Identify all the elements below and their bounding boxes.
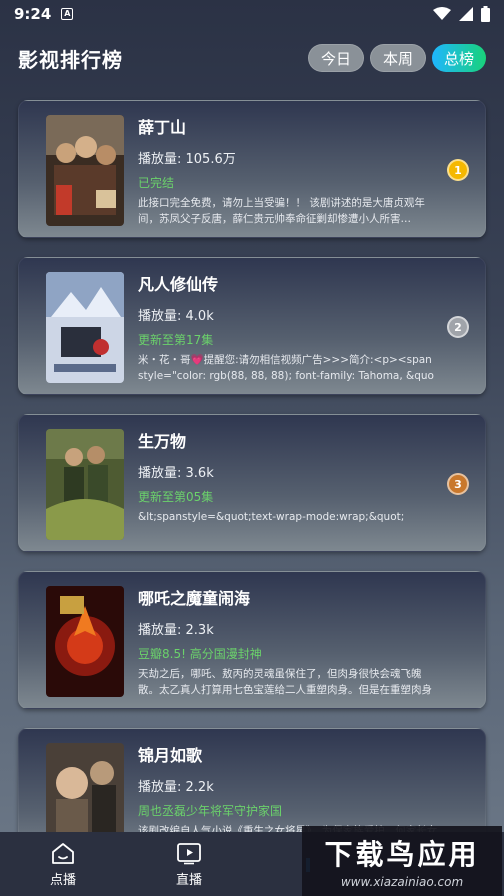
ranking-card[interactable]: 薛丁山 播放量: 105.6万 已完结 此接口完全免费，请勿上当受骗！！ 该剧讲… [18, 100, 486, 238]
nav-item-live[interactable]: 直播 [126, 841, 252, 888]
description: 米・花・哥💗提醒您:请勿相信视频广告>>>简介:<p><span style="… [138, 354, 434, 382]
item-title: 薛丁山 [138, 118, 187, 137]
description: 此接口完全免费，请勿上当受骗！！ 该剧讲述的是大唐贞观年间，苏凤父子反唐，薛仁贵… [138, 197, 425, 225]
watermark-text: 下载鸟应用 [324, 838, 480, 871]
poster-image [46, 429, 124, 540]
view-count-label: 播放量: [138, 780, 186, 795]
view-count-label: 播放量: [138, 152, 186, 167]
item-title: 凡人修仙传 [138, 275, 219, 294]
update-status: 已完结 [138, 176, 175, 190]
item-title: 生万物 [138, 432, 187, 451]
rank-badge: 3 [447, 473, 469, 495]
watermark-logo: 下载鸟应用 www.xiazainiao.com [302, 826, 502, 896]
status-bar: 9:24 A [0, 0, 504, 28]
watermark-url: www.xiazainiao.com [340, 875, 464, 889]
description: &lt;spanstyle=&quot;text-wrap-mode:wrap;… [138, 511, 405, 523]
tv-play-icon [177, 842, 201, 864]
update-status: 更新至第17集 [138, 333, 214, 347]
tab-today[interactable]: 今日 [307, 44, 364, 72]
ranking-card[interactable]: 凡人修仙传 播放量: 4.0k 更新至第17集 米・花・哥💗提醒您:请勿相信视频… [18, 257, 486, 395]
nav-label: 点播 [49, 872, 76, 888]
tab-all-time[interactable]: 总榜 [431, 44, 486, 72]
header: 影视排行榜 今日 本周 总榜 [0, 28, 504, 88]
update-status: 周也丞磊少年将军守护家国 [138, 804, 283, 818]
status-time: 9:24 [14, 5, 52, 23]
view-count-value: 2.3k [185, 623, 214, 638]
poster-image [46, 115, 124, 226]
view-count-value: 4.0k [185, 309, 214, 324]
update-status: 更新至第05集 [138, 490, 214, 504]
signal-icon [459, 7, 473, 21]
view-count: 播放量: 2.2k [138, 779, 438, 797]
description: 天劫之后，哪吒、敖丙的灵魂虽保住了，但肉身很快会魂飞魄散。太乙真人打算用七色宝莲… [138, 668, 432, 696]
rank-badge: 2 [447, 316, 469, 338]
update-status: 豆瓣8.5! 高分国漫封神 [138, 647, 262, 661]
battery-icon [481, 6, 490, 22]
poster-image [46, 272, 124, 383]
view-count-label: 播放量: [138, 623, 186, 638]
period-selector: 今日 本周 总榜 [307, 44, 486, 72]
view-count-label: 播放量: [138, 466, 186, 481]
rank-badge: 1 [447, 159, 469, 181]
tab-this-week[interactable]: 本周 [369, 44, 426, 72]
view-count-value: 3.6k [185, 466, 214, 481]
view-count-label: 播放量: [138, 309, 186, 324]
wifi-icon [433, 7, 451, 20]
view-count-value: 2.2k [185, 780, 214, 795]
poster-image [46, 586, 124, 697]
view-count: 播放量: 4.0k [138, 308, 438, 326]
home-icon [52, 842, 74, 864]
page-title: 影视排行榜 [18, 47, 123, 72]
view-count: 播放量: 3.6k [138, 465, 438, 483]
notification-icon: A [61, 8, 74, 20]
ranking-card[interactable]: 生万物 播放量: 3.6k 更新至第05集 &lt;spanstyle=&quo… [18, 414, 486, 552]
item-title: 哪吒之魔童闹海 [138, 589, 251, 608]
ranking-card[interactable]: 哪吒之魔童闹海 播放量: 2.3k 豆瓣8.5! 高分国漫封神 天劫之后，哪吒、… [18, 571, 486, 709]
view-count: 播放量: 2.3k [138, 622, 438, 640]
item-title: 锦月如歌 [138, 746, 203, 765]
view-count-value: 105.6万 [185, 152, 236, 167]
nav-item-vod[interactable]: 点播 [0, 841, 126, 888]
view-count: 播放量: 105.6万 [138, 151, 438, 169]
nav-label: 直播 [175, 872, 202, 888]
